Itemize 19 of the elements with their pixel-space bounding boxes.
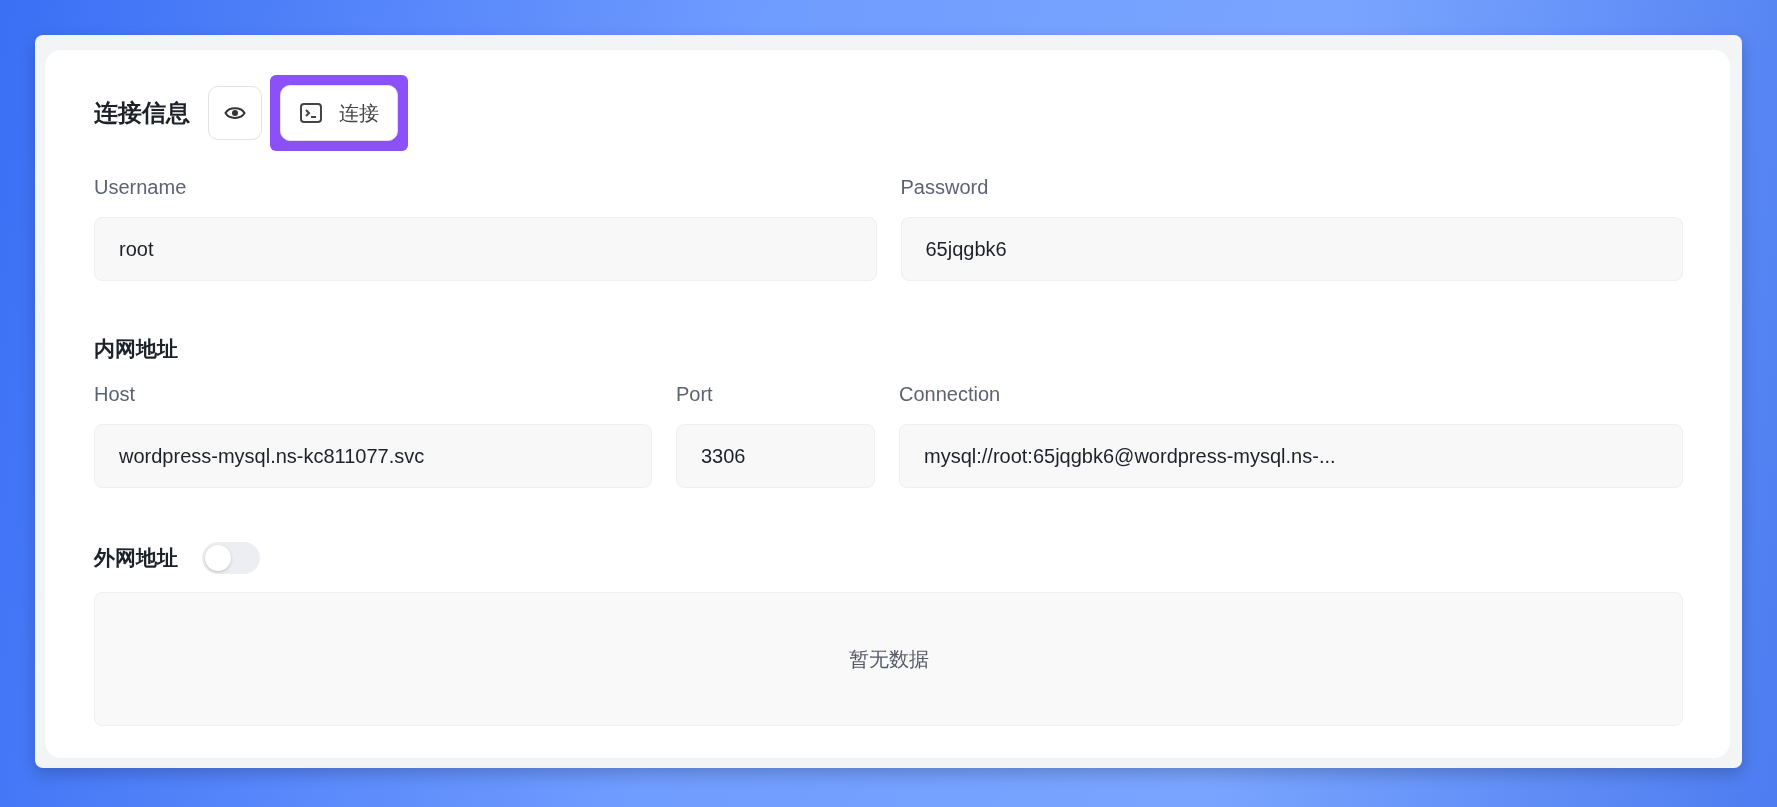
field-label: Password — [900, 176, 990, 199]
input-field[interactable]: root — [94, 217, 877, 281]
field-label: Username — [94, 176, 188, 199]
section-title: 连接信息 — [94, 98, 190, 128]
toggle-switch[interactable] — [202, 542, 260, 574]
field-label: Connection — [899, 383, 1002, 406]
connect-button[interactable]: 连接 — [280, 85, 398, 141]
show-password-button[interactable] — [208, 86, 262, 140]
terminal-icon — [299, 101, 323, 125]
section-title: 内网地址 — [94, 336, 179, 362]
input-field[interactable]: mysql://root:65jqgbk6@wordpress-mysql.ns-... — [899, 424, 1683, 488]
input-field[interactable]: wordpress-mysql.ns-kc811077.svc — [94, 424, 652, 488]
section-title: 外网地址 — [94, 545, 178, 571]
input-field[interactable]: 65jqgbk6 — [900, 217, 1683, 281]
eye-icon — [224, 105, 246, 121]
field-label: Host — [94, 383, 137, 406]
empty-text: 暂无数据 — [848, 646, 929, 672]
input-field[interactable]: 3306 — [676, 424, 875, 488]
field-label: Port — [676, 383, 714, 406]
